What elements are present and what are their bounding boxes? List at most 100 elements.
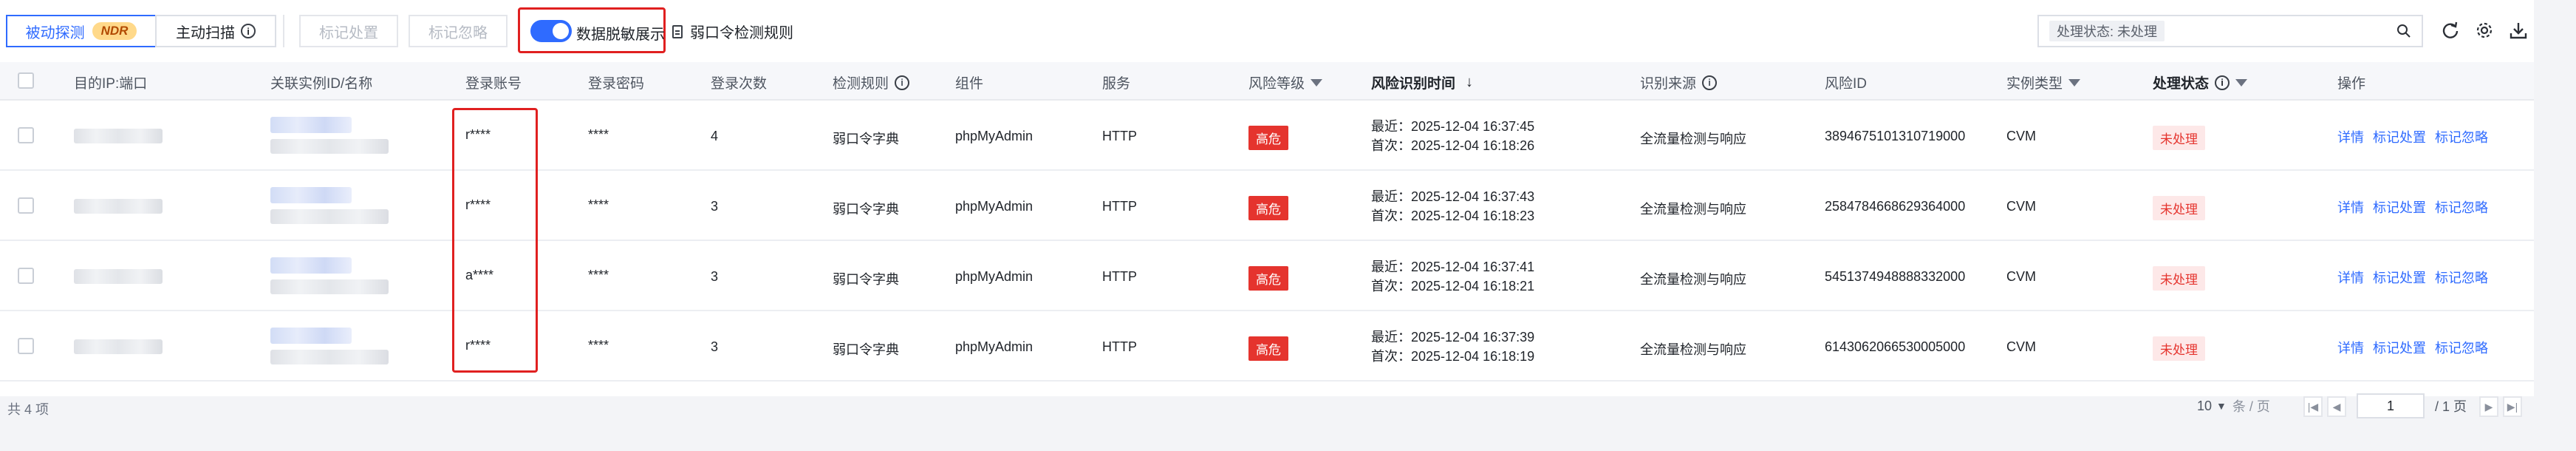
mark-handle-link[interactable]: 标记处置	[2373, 338, 2426, 357]
masked-instance-name	[270, 350, 389, 364]
count-value: 3	[711, 339, 719, 354]
detail-link[interactable]: 详情	[2337, 197, 2364, 217]
filter-icon[interactable]	[2235, 78, 2248, 87]
status-badge: 未处理	[2153, 126, 2205, 150]
time-cell: 最近：2025-12-04 16:37:43 首次：2025-12-04 16:…	[1371, 187, 1534, 226]
detail-link[interactable]: 详情	[2337, 268, 2364, 287]
toolbar: 被动探测 NDR 主动扫描 i 标记处置 标记忽略 数据脱敏展示 弱口令检测规则…	[0, 0, 2534, 62]
next-page-icon[interactable]: ▶	[2479, 396, 2498, 417]
mark-handle-link[interactable]: 标记处置	[2373, 127, 2426, 146]
page-size-select[interactable]: 10 ▼ 条 / 页	[2197, 393, 2270, 418]
first-time: 首次：2025-12-04 16:18:19	[1371, 349, 1535, 364]
count-value: 4	[711, 129, 719, 143]
col-instance-type-label: 实例类型	[2006, 76, 2063, 92]
masked-ip	[74, 199, 163, 214]
password-value: ****	[588, 338, 609, 353]
risk-id-value: 2584784668629364000	[1825, 199, 1966, 214]
document-icon	[672, 24, 683, 38]
highlight-box-account	[452, 108, 538, 373]
info-icon[interactable]: i	[241, 24, 256, 38]
detail-link[interactable]: 详情	[2337, 127, 2364, 146]
mark-handle-button[interactable]: 标记处置	[299, 15, 398, 47]
page-size-value: 10	[2197, 398, 2213, 413]
gear-icon[interactable]	[2475, 21, 2494, 40]
service-value: HTTP	[1102, 339, 1137, 354]
rule-value: 弱口令字典	[833, 272, 899, 287]
masked-instance-name	[270, 139, 389, 154]
risk-level-badge: 高危	[1248, 196, 1288, 220]
mark-ignore-link[interactable]: 标记忽略	[2435, 338, 2488, 357]
table-row: r**** **** 3 弱口令字典 phpMyAdmin HTTP 高危 最近…	[0, 171, 2534, 241]
prev-page-icon[interactable]: ◀	[2327, 396, 2346, 417]
password-value: ****	[588, 127, 609, 142]
component-value: phpMyAdmin	[955, 199, 1034, 214]
tab-passive-label: 被动探测	[25, 24, 85, 41]
col-component: 组件	[955, 76, 984, 92]
col-source: 识别来源 i	[1640, 72, 1718, 92]
instance-type-value: CVM	[2006, 269, 2036, 284]
row-checkbox[interactable]	[18, 127, 34, 143]
row-checkbox[interactable]	[18, 197, 34, 214]
info-icon[interactable]: i	[1702, 75, 1718, 90]
risk-level-badge: 高危	[1248, 126, 1288, 150]
masked-instance-id	[270, 187, 352, 203]
col-status: 处理状态 i	[2153, 72, 2248, 92]
chevron-down-icon: ▼	[2216, 400, 2227, 412]
row-checkbox[interactable]	[18, 268, 34, 284]
filter-icon[interactable]	[2068, 78, 2081, 87]
mark-handle-link[interactable]: 标记处置	[2373, 197, 2426, 217]
component-value: phpMyAdmin	[955, 129, 1034, 143]
mark-handle-link[interactable]: 标记处置	[2373, 268, 2426, 287]
last-page-icon[interactable]: ▶|	[2503, 396, 2522, 417]
search-icon[interactable]	[2396, 24, 2411, 38]
tab-passive-detection[interactable]: 被动探测 NDR	[6, 15, 157, 47]
select-all-checkbox[interactable]	[18, 72, 34, 89]
rule-value: 弱口令字典	[833, 342, 899, 357]
filter-icon[interactable]	[1311, 78, 1323, 87]
masked-ip	[74, 269, 163, 284]
rule-value: 弱口令字典	[833, 202, 899, 217]
time-cell: 最近：2025-12-04 16:37:41 首次：2025-12-04 16:…	[1371, 257, 1534, 296]
time-cell: 最近：2025-12-04 16:37:45 首次：2025-12-04 16:…	[1371, 117, 1534, 155]
col-rule: 检测规则 i	[833, 72, 910, 92]
password-value: ****	[588, 268, 609, 282]
status-badge: 未处理	[2153, 266, 2205, 291]
risk-id-value: 6143062066530005000	[1825, 339, 1966, 354]
password-value: ****	[588, 197, 609, 212]
risk-level-badge: 高危	[1248, 336, 1288, 361]
col-time[interactable]: 风险识别时间 ↓	[1371, 72, 1473, 92]
mark-ignore-link[interactable]: 标记忽略	[2435, 268, 2488, 287]
mark-ignore-link[interactable]: 标记忽略	[2435, 197, 2488, 217]
col-status-label: 处理状态	[2153, 76, 2210, 92]
status-filter-tag[interactable]: 处理状态: 未处理	[2049, 21, 2165, 41]
info-icon[interactable]: i	[895, 75, 910, 90]
col-instance: 关联实例ID/名称	[270, 76, 373, 92]
risk-id-value: 5451374948888332000	[1825, 269, 1966, 284]
instance-type-value: CVM	[2006, 199, 2036, 214]
instance-type-value: CVM	[2006, 129, 2036, 143]
col-action: 操作	[2337, 76, 2366, 92]
download-icon[interactable]	[2509, 21, 2528, 40]
col-account: 登录账号	[465, 76, 522, 92]
source-value: 全流量检测与响应	[1640, 342, 1746, 357]
search-input[interactable]: 处理状态: 未处理	[2037, 15, 2423, 47]
status-badge: 未处理	[2153, 196, 2205, 220]
first-time: 首次：2025-12-04 16:18:23	[1371, 208, 1535, 223]
first-page-icon[interactable]: |◀	[2303, 396, 2323, 417]
refresh-icon[interactable]	[2441, 21, 2460, 40]
table-row: r**** **** 4 弱口令字典 phpMyAdmin HTTP 高危 最近…	[0, 101, 2534, 171]
mark-ignore-button[interactable]: 标记忽略	[409, 15, 508, 47]
data-masking-toggle[interactable]	[530, 20, 572, 42]
col-risk-level: 风险等级	[1248, 72, 1323, 92]
weak-password-rule-link[interactable]: 弱口令检测规则	[672, 21, 793, 42]
tab-active-scan[interactable]: 主动扫描 i	[155, 15, 276, 47]
info-icon[interactable]: i	[2215, 75, 2230, 90]
page-number-input[interactable]: 1	[2357, 393, 2425, 418]
masked-instance-name	[270, 209, 389, 224]
risk-level-badge: 高危	[1248, 266, 1288, 291]
status-badge: 未处理	[2153, 336, 2205, 361]
sort-desc-icon[interactable]: ↓	[1466, 74, 1473, 91]
mark-ignore-link[interactable]: 标记忽略	[2435, 127, 2488, 146]
detail-link[interactable]: 详情	[2337, 338, 2364, 357]
row-checkbox[interactable]	[18, 338, 34, 354]
